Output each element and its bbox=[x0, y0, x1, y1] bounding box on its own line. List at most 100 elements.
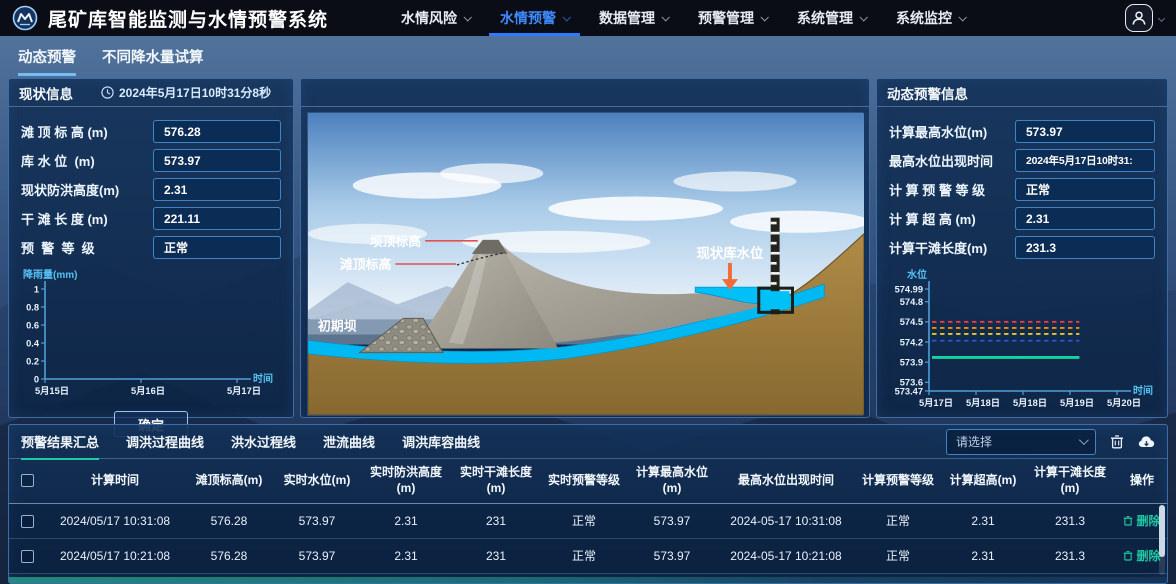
user-avatar-icon[interactable] bbox=[1125, 4, 1153, 32]
col-beach-top: 滩顶标高(m) bbox=[185, 459, 273, 503]
main-nav: 水情风险 水情预警 数据管理 预警管理 系统管理 系统监控 bbox=[386, 0, 980, 36]
chevron-down-icon bbox=[859, 13, 867, 21]
calc-max-level-input[interactable]: 573.97 bbox=[1015, 120, 1155, 143]
water-level-chart: 573.47573.6573.9574.2574.5574.8574.995月1… bbox=[883, 265, 1161, 422]
label-current-level: 现状库水位 bbox=[696, 245, 763, 261]
warning-fields: 计算最高水位(m) 573.97 最高水位出现时间 2024年5月17日10时3… bbox=[877, 107, 1167, 259]
sub-tabs: 动态预警 不同降水量试算 bbox=[18, 46, 230, 76]
col-actions: 操作 bbox=[1115, 459, 1168, 503]
chevron-down-icon bbox=[562, 13, 570, 21]
svg-text:1: 1 bbox=[34, 284, 39, 294]
chevron-down-icon bbox=[463, 13, 471, 21]
cell-max-level-time: 2024-05-17 10:21:08 bbox=[717, 538, 855, 573]
calc-freeboard-input[interactable]: 2.31 bbox=[1015, 207, 1155, 230]
col-calc-freeboard: 计算超高(m) bbox=[941, 459, 1025, 503]
nav-item-water-risk[interactable]: 水情风险 bbox=[386, 0, 485, 36]
cell-rt-warning: 正常 bbox=[541, 538, 627, 573]
table-scrollbar-track bbox=[1159, 505, 1165, 575]
cell-rt-flood-height: 2.31 bbox=[361, 503, 451, 538]
nav-item-system-mgmt[interactable]: 系统管理 bbox=[782, 0, 881, 36]
field-beach-top: 滩 顶 标 高 (m) 576.28 bbox=[21, 120, 281, 143]
nav-item-water-warning[interactable]: 水情预警 bbox=[485, 0, 584, 36]
cell-calc-beach-length: 231.3 bbox=[1025, 538, 1115, 573]
nav-item-data-mgmt[interactable]: 数据管理 bbox=[584, 0, 683, 36]
delete-row-button[interactable]: 删除 bbox=[1123, 512, 1160, 529]
tab-flood-routing-curve[interactable]: 调洪过程曲线 bbox=[126, 424, 204, 460]
svg-text:574.2: 574.2 bbox=[900, 337, 923, 347]
delete-row-button[interactable]: 删除 bbox=[1123, 547, 1160, 564]
nav-item-alert-mgmt[interactable]: 预警管理 bbox=[683, 0, 782, 36]
dam-cross-section: 坝顶标高 滩顶标高 初期坝 现状库水位 bbox=[308, 113, 864, 415]
max-level-time-input[interactable]: 2024年5月17日10时31: bbox=[1015, 149, 1155, 172]
tab-rainfall-trial[interactable]: 不同降水量试算 bbox=[102, 46, 204, 76]
trash-icon bbox=[1110, 434, 1124, 449]
dam-section-header bbox=[301, 79, 869, 107]
svg-text:0.8: 0.8 bbox=[26, 302, 39, 312]
svg-text:574.99: 574.99 bbox=[895, 284, 923, 294]
field-calc-warning-level: 计 算 预 警 等 级 正常 bbox=[889, 178, 1155, 201]
table-scrollbar[interactable] bbox=[1159, 505, 1165, 557]
cell-beach-top: 576.28 bbox=[185, 503, 273, 538]
svg-text:0.2: 0.2 bbox=[26, 356, 39, 366]
results-controls: 请选择 bbox=[946, 429, 1155, 455]
top-navbar: 尾矿库智能监测与水情预警系统 水情风险 水情预警 数据管理 预警管理 系统管理 … bbox=[0, 0, 1176, 36]
col-calc-max-level: 计算最高水位 (m) bbox=[627, 459, 717, 503]
results-header: 预警结果汇总 调洪过程曲线 洪水过程线 泄流曲线 调洪库容曲线 请选择 bbox=[9, 425, 1167, 459]
beach-length-input[interactable]: 221.11 bbox=[153, 207, 281, 230]
beach-top-input[interactable]: 576.28 bbox=[153, 120, 281, 143]
svg-text:水位: 水位 bbox=[906, 268, 927, 281]
calc-warning-level-input[interactable]: 正常 bbox=[1015, 178, 1155, 201]
svg-text:5月18日: 5月18日 bbox=[966, 398, 1000, 408]
results-panel: 预警结果汇总 调洪过程曲线 洪水过程线 泄流曲线 调洪库容曲线 请选择 bbox=[8, 424, 1168, 584]
chevron-down-icon[interactable] bbox=[1158, 14, 1165, 21]
cell-max-level-time: 2024-05-17 10:31:08 bbox=[717, 503, 855, 538]
field-max-level-time: 最高水位出现时间 2024年5月17日10时31: bbox=[889, 149, 1155, 172]
col-rt-beach-length: 实时干滩长度 (m) bbox=[451, 459, 541, 503]
warning-level-input[interactable]: 正常 bbox=[153, 236, 281, 259]
table-row: 2024/05/17 10:31:08 576.28 573.97 2.31 2… bbox=[9, 503, 1168, 538]
chevron-down-icon bbox=[958, 13, 966, 21]
chevron-down-icon bbox=[760, 13, 768, 21]
tab-discharge-curve[interactable]: 泄流曲线 bbox=[323, 424, 375, 460]
select-all-checkbox[interactable] bbox=[21, 474, 34, 487]
delete-selected-button[interactable] bbox=[1110, 434, 1124, 449]
water-level-chart-svg: 573.47573.6573.9574.2574.5574.8574.995月1… bbox=[883, 265, 1155, 417]
cell-rt-level: 573.97 bbox=[273, 503, 361, 538]
app-title: 尾矿库智能监测与水情预警系统 bbox=[48, 5, 328, 32]
dam-illustration: 坝顶标高 滩顶标高 初期坝 现状库水位 bbox=[307, 112, 863, 416]
svg-text:0.4: 0.4 bbox=[26, 338, 40, 348]
tab-flood-process-line[interactable]: 洪水过程线 bbox=[231, 424, 296, 460]
cell-calc-time: 2024/05/17 10:21:08 bbox=[45, 538, 185, 573]
cell-calc-warning: 正常 bbox=[855, 538, 941, 573]
filter-select[interactable]: 请选择 bbox=[946, 429, 1096, 455]
label-initial-dam: 初期坝 bbox=[318, 318, 357, 333]
tab-dynamic-warning[interactable]: 动态预警 bbox=[18, 46, 76, 76]
water-level-input[interactable]: 573.97 bbox=[153, 149, 281, 172]
svg-text:时间: 时间 bbox=[1133, 384, 1153, 397]
label-dam-crest: 坝顶标高 bbox=[370, 234, 422, 249]
results-table: 计算时间 滩顶标高(m) 实时水位(m) 实时防洪高度 (m) 实时干滩长度 (… bbox=[9, 459, 1168, 574]
flood-height-input[interactable]: 2.31 bbox=[153, 178, 281, 201]
tab-warning-summary[interactable]: 预警结果汇总 bbox=[21, 424, 99, 460]
col-max-level-time: 最高水位出现时间 bbox=[717, 459, 855, 503]
cell-calc-freeboard: 2.31 bbox=[941, 538, 1025, 573]
svg-text:0: 0 bbox=[34, 374, 39, 384]
cell-calc-time: 2024/05/17 10:31:08 bbox=[45, 503, 185, 538]
svg-text:573.6: 573.6 bbox=[900, 378, 923, 388]
rainfall-chart-svg: 00.20.40.60.815月15日5月16日5月17日降雨量(mm)时间 bbox=[15, 265, 273, 405]
row-checkbox[interactable] bbox=[21, 515, 34, 528]
row-checkbox[interactable] bbox=[21, 550, 34, 563]
cell-calc-max-level: 573.97 bbox=[627, 538, 717, 573]
svg-text:574.8: 574.8 bbox=[900, 297, 923, 307]
nav-item-system-monitor[interactable]: 系统监控 bbox=[881, 0, 980, 36]
table-row: 2024/05/17 10:21:08 576.28 573.97 2.31 2… bbox=[9, 538, 1168, 573]
trash-icon bbox=[1123, 515, 1133, 526]
cloud-download-icon bbox=[1138, 435, 1155, 448]
calc-beach-length-input[interactable]: 231.3 bbox=[1015, 236, 1155, 259]
col-calc-beach-length: 计算干滩长度 (m) bbox=[1025, 459, 1115, 503]
field-warning-level: 预 警 等 级 正常 bbox=[21, 236, 281, 259]
tab-storage-curve[interactable]: 调洪库容曲线 bbox=[402, 424, 480, 460]
col-rt-flood-height: 实时防洪高度 (m) bbox=[361, 459, 451, 503]
export-download-button[interactable] bbox=[1138, 435, 1155, 448]
svg-text:时间: 时间 bbox=[253, 372, 273, 385]
